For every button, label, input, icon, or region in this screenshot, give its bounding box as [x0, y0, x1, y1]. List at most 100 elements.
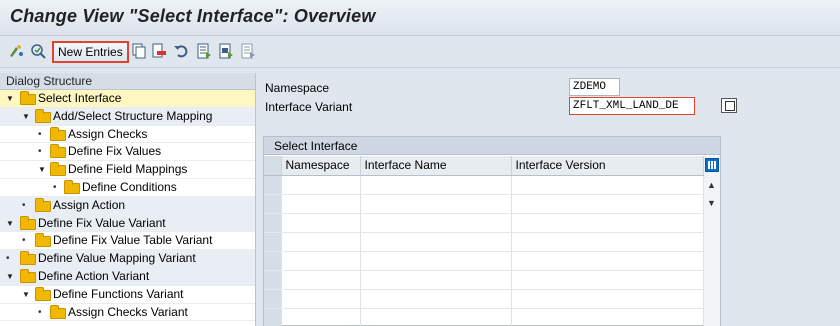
table-cell[interactable]: [511, 175, 704, 195]
table-row[interactable]: [264, 251, 704, 271]
scroll-down-icon[interactable]: ▼: [707, 198, 716, 208]
leaf-bullet-icon: •: [53, 181, 57, 193]
table-row[interactable]: [264, 270, 704, 290]
table-cell[interactable]: [511, 232, 704, 252]
namespace-label: Namespace: [265, 81, 330, 95]
folder-icon: [35, 108, 51, 123]
table-cell[interactable]: [511, 251, 704, 271]
new-entries-button[interactable]: New Entries: [52, 41, 129, 63]
table-row[interactable]: [264, 289, 704, 309]
tree-item-select-interface[interactable]: ▼ Select Interface: [0, 90, 255, 108]
undo-icon[interactable]: [173, 43, 189, 59]
table-cell[interactable]: [281, 232, 361, 252]
select-block-icon[interactable]: [218, 43, 234, 59]
folder-icon: [50, 304, 66, 319]
interface-variant-label: Interface Variant: [265, 100, 353, 114]
copy-icon[interactable]: [721, 98, 737, 113]
table-cell[interactable]: [281, 251, 361, 271]
tree-item-define-field-mappings[interactable]: ▼ Define Field Mappings: [0, 161, 255, 179]
table-cell[interactable]: [360, 232, 512, 252]
table-row[interactable]: [264, 232, 704, 252]
leaf-bullet-icon: •: [22, 199, 26, 211]
find-icon[interactable]: [30, 43, 46, 59]
table-cell[interactable]: [511, 194, 704, 214]
select-all-rows-cell[interactable]: [264, 156, 282, 176]
table-cell[interactable]: [360, 175, 512, 195]
tree-item-fix-value-table-variant[interactable]: • Define Fix Value Table Variant: [0, 232, 255, 251]
tree-item-action-variant[interactable]: ▼ Define Action Variant: [0, 267, 255, 286]
tree-item-assign-checks-variant[interactable]: • Assign Checks Variant: [0, 304, 255, 322]
table-cell[interactable]: [281, 175, 361, 195]
expand-arrow-icon[interactable]: ▼: [22, 286, 30, 304]
table-cell[interactable]: [511, 213, 704, 233]
interface-variant-field[interactable]: ZFLT_XML_LAND_DE: [569, 97, 695, 115]
folder-icon: [35, 233, 51, 248]
expand-arrow-icon[interactable]: ▼: [6, 268, 14, 286]
table-cell[interactable]: [360, 251, 512, 271]
expand-arrow-icon[interactable]: ▼: [6, 215, 14, 233]
page-title: Change View "Select Interface": Overview: [10, 6, 376, 26]
leaf-bullet-icon: •: [22, 235, 26, 247]
deselect-all-icon[interactable]: [240, 43, 256, 59]
table-row[interactable]: [264, 194, 704, 214]
table-settings-icon[interactable]: [705, 158, 719, 172]
table-cell[interactable]: [281, 270, 361, 290]
leaf-bullet-icon: •: [6, 253, 10, 265]
row-selector[interactable]: [264, 308, 282, 326]
table-cell[interactable]: [511, 270, 704, 290]
tree-item-assign-action[interactable]: • Assign Action: [0, 196, 255, 215]
table-row[interactable]: [264, 175, 704, 195]
tree-item-define-fix-values[interactable]: • Define Fix Values: [0, 143, 255, 162]
folder-icon: [35, 197, 51, 212]
tree-item-fix-value-variant[interactable]: ▼ Define Fix Value Variant: [0, 214, 255, 233]
table-cell[interactable]: [281, 194, 361, 214]
table-cell[interactable]: [281, 289, 361, 309]
column-header-namespace[interactable]: Namespace: [281, 156, 361, 176]
table-cell[interactable]: [360, 270, 512, 290]
display-change-icon[interactable]: [8, 43, 24, 59]
tree-item-structure-mapping[interactable]: ▼ Add/Select Structure Mapping: [0, 107, 255, 126]
table-row[interactable]: [264, 308, 704, 326]
table-cell[interactable]: [360, 194, 512, 214]
vertical-scrollbar[interactable]: ▲ ▼: [704, 156, 720, 326]
expand-arrow-icon[interactable]: ▼: [6, 90, 14, 108]
table-header-row: Namespace Interface Name Interface Versi…: [264, 156, 704, 176]
scroll-up-icon[interactable]: ▲: [707, 180, 716, 190]
folder-open-icon: [20, 91, 36, 105]
tree-item-value-mapping-variant[interactable]: • Define Value Mapping Variant: [0, 250, 255, 268]
toolbar: New Entries: [0, 36, 840, 68]
table-row[interactable]: [264, 213, 704, 233]
table-cell[interactable]: [511, 289, 704, 309]
table-cell[interactable]: [360, 289, 512, 309]
expand-arrow-icon[interactable]: ▼: [38, 161, 46, 179]
dialog-structure-header: Dialog Structure: [0, 73, 255, 90]
table-cell[interactable]: [360, 213, 512, 233]
delete-icon[interactable]: [151, 43, 167, 59]
copy-icon[interactable]: [131, 43, 147, 59]
select-all-icon[interactable]: [196, 43, 212, 59]
row-selector[interactable]: [264, 270, 282, 290]
table-cell[interactable]: [281, 213, 361, 233]
folder-icon: [50, 144, 66, 159]
table-cell[interactable]: [360, 308, 512, 326]
tree-item-define-conditions[interactable]: • Define Conditions: [0, 179, 255, 197]
expand-arrow-icon[interactable]: ▼: [22, 108, 30, 126]
row-selector[interactable]: [264, 175, 282, 195]
row-selector[interactable]: [264, 213, 282, 233]
row-selector[interactable]: [264, 289, 282, 309]
title-bar: Change View "Select Interface": Overview: [0, 0, 840, 36]
column-header-interface-version[interactable]: Interface Version: [511, 156, 704, 176]
tree-item-assign-checks[interactable]: • Assign Checks: [0, 126, 255, 144]
dialog-structure-panel: Dialog Structure ▼ Select Interface ▼ Ad…: [0, 73, 256, 326]
column-header-interface-name[interactable]: Interface Name: [360, 156, 512, 176]
folder-icon: [35, 286, 51, 301]
leaf-bullet-icon: •: [38, 306, 42, 318]
table-cell[interactable]: [511, 308, 704, 326]
row-selector[interactable]: [264, 194, 282, 214]
folder-icon: [50, 162, 66, 177]
row-selector[interactable]: [264, 251, 282, 271]
row-selector[interactable]: [264, 232, 282, 252]
tree-item-functions-variant[interactable]: ▼ Define Functions Variant: [0, 286, 255, 304]
folder-icon: [20, 268, 36, 283]
table-cell[interactable]: [281, 308, 361, 326]
